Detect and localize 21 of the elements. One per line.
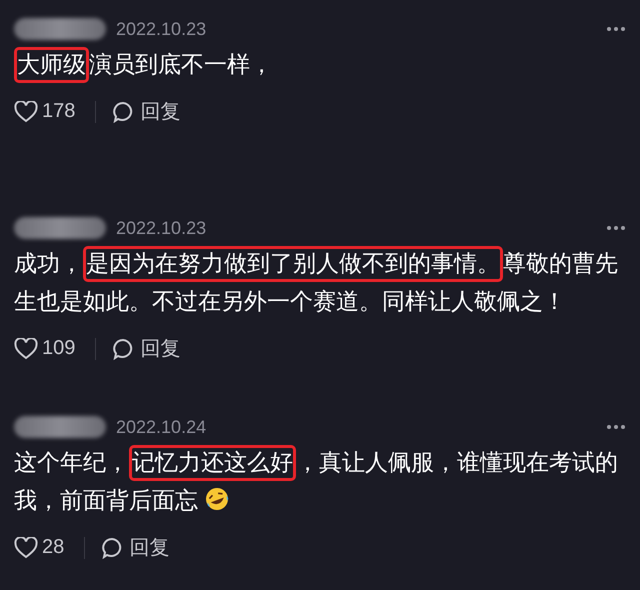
like-count: 28 [42,536,64,559]
comment-date: 2022.10.23 [116,218,206,238]
comment-bubble-icon[interactable] [112,338,134,360]
more-icon[interactable] [606,26,626,32]
comment-bubble-icon[interactable] [112,100,134,122]
comment-bubble-icon[interactable] [101,536,124,558]
comment-date: 2022.10.23 [116,18,206,40]
comment-text: 大师级演员到底不一样， [14,46,620,84]
reply-button[interactable]: 回复 [140,335,180,362]
comment-text: 这个年纪，记忆力还这么好，真让人佩服，谁懂现在考试的我，前面背后面忘 [14,444,620,520]
comment-text: 成功，是因为在努力做到了别人做不到的事情。尊敬的曹先生也是如此。不过在另外一个赛道。同样让人敬佩之！ [14,245,620,321]
reply-button[interactable]: 回复 [129,534,170,561]
more-icon[interactable] [606,424,626,430]
like-count: 178 [42,100,76,123]
reply-button[interactable]: 回复 [140,98,180,125]
heart-icon[interactable] [14,100,38,122]
like-count: 109 [42,337,76,360]
more-icon[interactable] [606,225,626,231]
comment-date: 2022.10.24 [116,416,206,438]
heart-icon[interactable] [14,338,38,360]
heart-icon[interactable] [14,536,38,558]
